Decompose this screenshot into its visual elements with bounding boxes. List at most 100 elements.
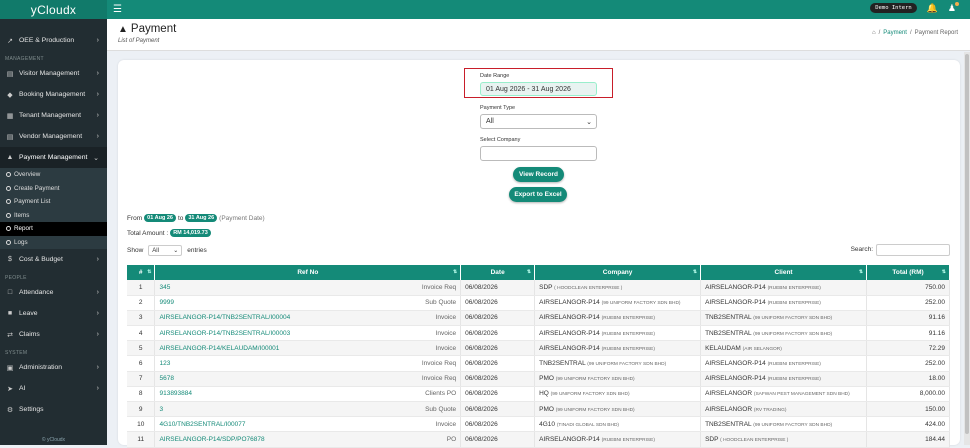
col-header-total[interactable]: Total (RM) ⇅ (866, 265, 950, 280)
company-sub: (99 UNIFORM FACTORY SDN BHD) (601, 301, 681, 307)
client-cell: AIRSELANGOR (SAFWAN PEST MANAGEMENT SDN … (700, 386, 868, 403)
breadcrumb-payment[interactable]: Payment (883, 30, 907, 36)
col-header-company[interactable]: Company ⇅ (534, 265, 702, 280)
sidebar-item-administration[interactable]: ▣ Administration › (0, 357, 107, 378)
sidebar-item-label: Claims (19, 331, 40, 338)
chevron-right-icon: › (96, 364, 99, 371)
circle-icon (6, 212, 11, 218)
client-cell: AIRSELANGOR-P14 (RUEBNI ENTERPRISE) (700, 355, 868, 372)
sidebar-item-settings[interactable]: ⚙ Settings (0, 399, 107, 420)
date-cell: 06/08/2026 (460, 416, 536, 433)
ref-cell: 345 Invoice Req (154, 280, 462, 296)
sidebar-item-tenant[interactable]: ▦ Tenant Management › (0, 105, 107, 126)
date-range-input[interactable]: 01 Aug 2026 - 31 Aug 2026 (480, 82, 597, 96)
payment-type-select[interactable]: All ⌄ (480, 114, 597, 129)
company-name: AIRSELANGOR-P14 (539, 314, 600, 322)
date-summary: From 01 Aug 26 to 31 Aug 26 (Payment Dat… (127, 214, 265, 222)
sidebar-item-attendance[interactable]: □ Attendance › (0, 282, 107, 303)
ref-link[interactable]: AIRSELANGOR-P14/TNB2SENTRAL/I00003 (159, 330, 290, 337)
export-excel-button[interactable]: Export to Excel (509, 187, 567, 202)
col-header-label: Company (602, 269, 633, 276)
col-header-date[interactable]: Date ⇅ (460, 265, 536, 280)
sidebar-item-booking[interactable]: ◆ Booking Management › (0, 84, 107, 105)
company-input[interactable] (480, 146, 597, 161)
client-name: TNB2SENTRAL (705, 314, 752, 322)
sidebar-item-leave[interactable]: ■ Leave › (0, 303, 107, 324)
chevron-right-icon: › (96, 112, 99, 119)
sidebar-item-ai[interactable]: ➤ AI › (0, 378, 107, 399)
ref-link[interactable]: 4G10/TNB2SENTRAL/I00077 (159, 421, 245, 428)
sidebar-subitem-payment-list[interactable]: Payment List (0, 195, 107, 209)
table-row: 8 913893884 Clients PO 06/08/2026 HQ (99 UNI… (127, 386, 950, 403)
col-header-number[interactable]: # ⇅ (127, 265, 156, 280)
ref-link[interactable]: AIRSELANGOR-P14/KELAUDAM/I00001 (159, 345, 279, 352)
bell-icon[interactable]: 🔔 (927, 3, 938, 13)
cart-icon: ▲ (118, 23, 128, 35)
sidebar-item-label: Booking Management (19, 91, 86, 98)
total-cell: 252.00 (866, 355, 950, 372)
client-cell: AIRSELANGOR (RV TRADING) (700, 401, 868, 418)
sidebar-subitem-overview[interactable]: Overview (0, 168, 107, 182)
scrollbar-thumb[interactable] (965, 54, 969, 434)
sidebar-item-claims[interactable]: ⇄ Claims › (0, 324, 107, 345)
ref-link[interactable]: 345 (159, 284, 170, 291)
user-icon[interactable]: ♟ (948, 2, 959, 13)
table-row: 3 AIRSELANGOR-P14/TNB2SENTRAL/I00004 Invoi… (127, 310, 950, 327)
ref-link[interactable]: AIRSELANGOR-P14/TNB2SENTRAL/I00004 (159, 314, 290, 321)
client-sub: (RUEBNI ENTERPRISE) (767, 285, 821, 291)
date-cell: 06/08/2026 (460, 325, 536, 342)
sidebar-subitem-logs[interactable]: Logs (0, 235, 107, 249)
entries-select[interactable]: All ⌄ (148, 245, 183, 256)
show-label: Show (127, 247, 144, 254)
date-cell: 06/08/2026 (460, 371, 536, 387)
sort-icon: ⇅ (858, 269, 864, 275)
ref-link[interactable]: 9999 (159, 299, 173, 306)
page-scrollbar[interactable] (964, 52, 970, 445)
ref-link[interactable]: 913893884 (159, 390, 192, 397)
client-sub: (99 UNIFORM FACTORY SDN BHD) (753, 422, 833, 428)
sidebar-item-oee[interactable]: ↗ OEE & Production › (0, 30, 107, 51)
sidebar-subitem-items[interactable]: Items (0, 208, 107, 222)
company-cell: PMO (99 UNIFORM FACTORY SDN BHD) (534, 371, 702, 387)
sidebar-item-payment[interactable]: ▲ Payment Management ⌄ (0, 147, 107, 168)
user-badge[interactable]: Demo Intern (870, 3, 917, 13)
subitem-label: Overview (14, 171, 41, 179)
app-logo[interactable]: yCloudx (0, 0, 107, 19)
row-number: 9 (127, 401, 156, 418)
ref-link[interactable]: 3 (159, 406, 163, 413)
home-icon[interactable]: ⌂ (872, 30, 876, 36)
top-navbar: yCloudx ☰ Demo Intern 🔔 ♟ (0, 0, 970, 19)
sidebar-subitem-report[interactable]: Report (0, 222, 107, 236)
menu-toggle-icon[interactable]: ☰ (113, 4, 122, 15)
date-cell: 06/08/2026 (460, 340, 536, 357)
search-input[interactable] (876, 244, 950, 256)
date-range-value: 01 Aug 2026 - 31 Aug 2026 (486, 85, 571, 93)
sidebar-item-visitor[interactable]: ▤ Visitor Management › (0, 63, 107, 84)
ref-link[interactable]: 123 (159, 360, 170, 367)
ref-type: Invoice (435, 314, 457, 322)
view-record-button[interactable]: View Record (513, 167, 564, 182)
chevron-right-icon: › (96, 289, 99, 296)
company-cell: AIRSELANGOR-P14 (99 UNIFORM FACTORY SDN … (534, 295, 702, 311)
circle-icon (6, 199, 11, 205)
col-header-ref[interactable]: Ref No ⇅ (154, 265, 462, 280)
ref-link[interactable]: AIRSELANGOR-P14/SDP/PO76878 (159, 436, 264, 443)
sidebar-item-budget[interactable]: $ Cost & Budget › (0, 249, 107, 270)
ref-cell: AIRSELANGOR-P14/TNB2SENTRAL/I00004 Invoic… (154, 310, 462, 327)
sidebar-subitem-create-payment[interactable]: Create Payment (0, 181, 107, 195)
sidebar-item-label: Visitor Management (19, 70, 80, 77)
ref-type: Invoice (435, 344, 457, 352)
chevron-right-icon: › (96, 70, 99, 77)
sidebar-item-vendor[interactable]: ▤ Vendor Management › (0, 126, 107, 147)
total-pill: RM 14,019.73 (170, 229, 211, 237)
company-label: Select Company (480, 137, 521, 143)
company-cell: AIRSELANGOR-P14 (RUEBNI ENTERPRISE) (534, 340, 702, 357)
admin-icon: ▣ (6, 364, 14, 372)
sidebar: ↗ OEE & Production › MANAGEMENT ▤ Visito… (0, 19, 107, 445)
col-header-client[interactable]: Client ⇅ (700, 265, 868, 280)
ref-link[interactable]: 5678 (159, 375, 173, 382)
client-sub: ( HOODCLEAN ENTERPRISE ) (720, 437, 789, 443)
payment-type-value: All (486, 118, 494, 125)
sort-icon: ⇅ (526, 269, 532, 275)
report-card: Date Range 01 Aug 2026 - 31 Aug 2026 Pay… (118, 60, 960, 448)
